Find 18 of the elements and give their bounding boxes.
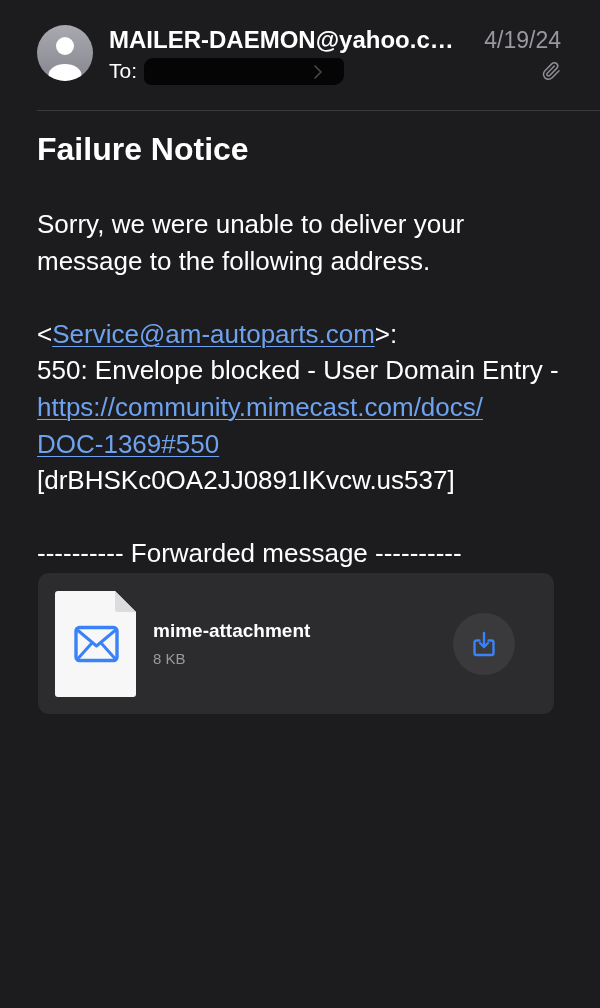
email-link[interactable]: Service@am-autoparts.com <box>52 318 375 349</box>
chevron-icon <box>314 64 322 79</box>
email-file-icon <box>55 590 136 697</box>
url-link[interactable]: https://community.mimecast.com/docs/DOC-1369#550 <box>37 388 567 463</box>
forwarded-message-label: ---------- Forwarded message ---------- <box>37 537 462 571</box>
sender-name: MAILER-DAEMON@yahoo.c… <box>109 25 454 55</box>
recipient-address-line: <Service@am-autoparts.com>: <box>37 317 398 351</box>
download-icon <box>472 630 496 657</box>
message-text: [drBHSKc0OA2JJ0891IKvcw.us537] <box>37 464 455 498</box>
attachment-card[interactable]: mime-attachment 8 KB <box>38 573 554 715</box>
message-subject: Failure Notice <box>37 130 250 168</box>
attachment-size: 8 KB <box>153 648 187 669</box>
message-text: 550: Envelope blocked - User Domain Entry - <box>37 354 559 388</box>
attachment-name: mime-attachment <box>153 618 312 643</box>
message-date: 4/19/24 <box>484 26 561 55</box>
recipient-label: To: <box>109 58 137 84</box>
message-text: Sorry, we were unable to deliver your message to the following address. <box>37 208 466 278</box>
avatar-icon <box>37 25 93 81</box>
